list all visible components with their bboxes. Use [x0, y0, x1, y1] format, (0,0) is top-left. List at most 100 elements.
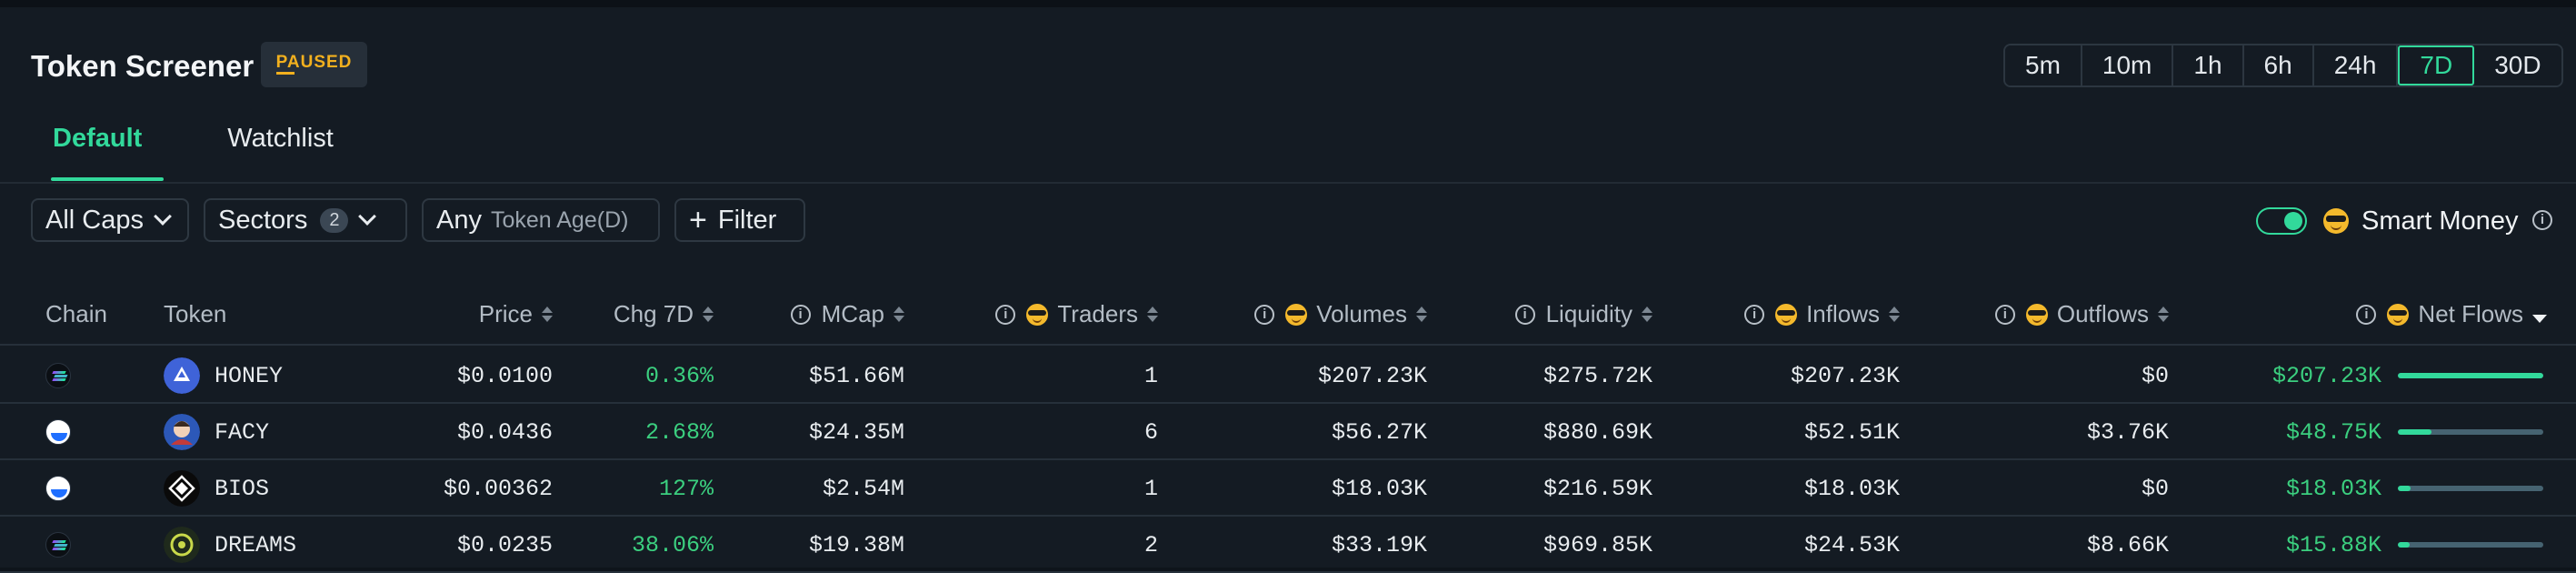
traders-value: 1: [1143, 476, 1158, 502]
mcap-value: $51.66M: [808, 363, 904, 389]
liquidity-value: $880.69K: [1543, 419, 1652, 446]
info-icon: i: [2356, 304, 2377, 325]
inflows-value: $52.51K: [1803, 419, 1900, 446]
sunglasses-emoji-icon: [2387, 303, 2410, 326]
token-name[interactable]: DREAMS: [215, 532, 296, 558]
volumes-value: $33.19K: [1331, 532, 1427, 558]
sort-icon: [542, 307, 553, 322]
chevron-down-icon: [154, 207, 172, 226]
col-inflows[interactable]: i Inflows: [1709, 300, 1900, 328]
info-icon[interactable]: i: [2532, 210, 2552, 230]
inflows-value: $18.03K: [1803, 476, 1900, 502]
add-filter-button[interactable]: + Filter: [674, 198, 805, 242]
mcap-value: $19.38M: [808, 532, 904, 558]
page-title: Token Screener: [31, 49, 255, 83]
token-name[interactable]: HONEY: [215, 363, 283, 389]
timeframe-6h[interactable]: 6h: [2243, 45, 2314, 85]
sunglasses-emoji-icon: [1285, 303, 1308, 326]
col-price[interactable]: Price: [400, 300, 553, 328]
liquidity-value: $275.72K: [1543, 363, 1652, 389]
outflows-value: $0: [2141, 476, 2169, 502]
tab-default[interactable]: Default: [31, 116, 165, 181]
table-row[interactable]: FACY $0.0436 2.68% $24.35M 6 $56.27K $88…: [0, 404, 2576, 460]
sort-icon: [2158, 307, 2169, 322]
table-row[interactable]: DREAMS $0.0235 38.06% $19.38M 2 $33.19K …: [0, 517, 2576, 573]
info-icon: i: [1994, 304, 2015, 325]
sunglasses-emoji-icon: [2323, 208, 2349, 234]
timeframe-7d[interactable]: 7D: [2398, 45, 2475, 85]
sunglasses-emoji-icon: [1026, 303, 1049, 326]
chevron-down-icon: [358, 207, 377, 226]
outflows-value: $0: [2141, 363, 2169, 389]
timeframe-24h[interactable]: 24h: [2313, 45, 2399, 85]
timeframe-selector: 5m 10m 1h 6h 24h 7D 30D: [2003, 44, 2563, 87]
smart-money-label: Smart Money: [2361, 206, 2519, 236]
col-traders[interactable]: i Traders: [964, 300, 1158, 328]
token-age-label: Token Age(D): [490, 206, 629, 233]
col-chain: Chain: [45, 300, 107, 327]
info-icon: i: [995, 304, 1016, 325]
inflows-value: $24.53K: [1803, 532, 1900, 558]
timeframe-30d[interactable]: 30D: [2474, 45, 2561, 85]
base-chain-icon: [45, 419, 71, 445]
filter-label: Filter: [717, 205, 777, 235]
plus-icon: +: [689, 202, 707, 237]
sort-icon: [1642, 307, 1652, 322]
col-liquidity[interactable]: i Liquidity: [1454, 300, 1652, 328]
dreams-token-icon: [164, 527, 200, 563]
info-icon: i: [790, 304, 811, 325]
netflow-bar: [2398, 373, 2543, 378]
netflows-value: $207.23K: [2271, 363, 2381, 389]
solana-chain-icon: [45, 363, 71, 388]
traders-value: 2: [1143, 532, 1158, 558]
caps-label: All Caps: [45, 205, 144, 235]
netflows-value: $15.88K: [2285, 532, 2381, 558]
info-icon: i: [1254, 304, 1275, 325]
sunglasses-emoji-icon: [2025, 303, 2048, 326]
liquidity-value: $216.59K: [1543, 476, 1652, 502]
change-value: 38.06%: [631, 532, 714, 558]
col-netflows[interactable]: i Net Flows: [2272, 300, 2547, 328]
liquidity-value: $969.85K: [1543, 532, 1652, 558]
netflow-bar: [2398, 486, 2543, 491]
col-chg[interactable]: Chg 7D: [564, 300, 714, 328]
mcap-value: $24.35M: [808, 419, 904, 446]
col-outflows[interactable]: i Outflows: [1945, 300, 2169, 328]
traders-value: 1: [1143, 363, 1158, 389]
table-row[interactable]: HONEY $0.0100 0.36% $51.66M 1 $207.23K $…: [0, 347, 2576, 404]
honey-token-icon: [164, 357, 200, 394]
facy-token-icon: [164, 414, 200, 450]
token-name[interactable]: FACY: [215, 419, 269, 446]
caps-dropdown[interactable]: All Caps: [31, 198, 189, 242]
sort-icon: [1147, 307, 1158, 322]
sort-icon: [894, 307, 904, 322]
netflow-bar: [2398, 542, 2543, 548]
sectors-dropdown[interactable]: Sectors 2: [204, 198, 407, 242]
price-value: $0.0235: [456, 532, 553, 558]
solana-chain-icon: [45, 532, 71, 558]
sort-icon: [703, 307, 714, 322]
info-icon: i: [1744, 304, 1765, 325]
netflow-bar: [2398, 429, 2543, 435]
sectors-label: Sectors: [218, 205, 308, 235]
change-value: 127%: [658, 476, 714, 502]
volumes-value: $18.03K: [1331, 476, 1427, 502]
col-mcap[interactable]: i MCap: [727, 300, 904, 328]
col-volumes[interactable]: i Volumes: [1182, 300, 1427, 328]
timeframe-10m[interactable]: 10m: [2082, 45, 2174, 85]
outflows-value: $8.66K: [2086, 532, 2169, 558]
price-value: $0.0436: [456, 419, 553, 446]
token-screener-app: Token Screener PAUSED 5m 10m 1h 6h 24h 7…: [0, 0, 2576, 573]
tab-watchlist[interactable]: Watchlist: [205, 116, 355, 176]
sectors-count-badge: 2: [320, 207, 349, 233]
change-value: 0.36%: [644, 363, 714, 389]
smart-money-toggle[interactable]: [2256, 207, 2307, 235]
timeframe-1h[interactable]: 1h: [2173, 45, 2244, 85]
base-chain-icon: [45, 476, 71, 501]
sort-desc-icon: [2532, 306, 2547, 323]
timeframe-5m[interactable]: 5m: [2005, 45, 2082, 85]
table-row[interactable]: BIOS $0.00362 127% $2.54M 1 $18.03K $216…: [0, 460, 2576, 517]
token-name[interactable]: BIOS: [215, 476, 269, 502]
token-age-filter[interactable]: Any Token Age(D): [422, 198, 660, 242]
outflows-value: $3.76K: [2086, 419, 2169, 446]
